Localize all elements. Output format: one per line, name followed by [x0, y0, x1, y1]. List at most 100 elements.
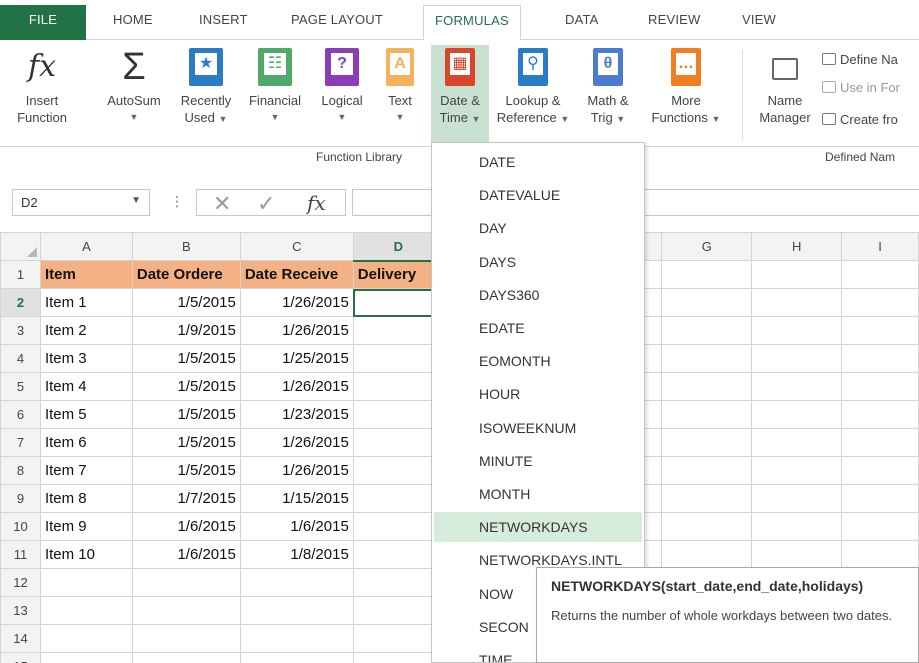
cell[interactable] [39, 652, 133, 663]
cell[interactable]: Item 8 [39, 484, 133, 513]
cell[interactable] [751, 344, 843, 373]
cell[interactable] [751, 428, 843, 457]
column-header-a[interactable]: A [39, 232, 133, 261]
cell[interactable] [751, 372, 843, 401]
menu-item-days[interactable]: DAYS [434, 247, 642, 277]
more-functions-button[interactable]: … More Functions ▼ [644, 48, 728, 128]
cell[interactable]: 1/26/2015 [239, 288, 354, 317]
cell[interactable] [131, 624, 241, 653]
cell[interactable] [751, 316, 843, 345]
tab-insert[interactable]: INSERT [199, 12, 248, 27]
row-header[interactable]: 4 [0, 344, 41, 373]
row-header[interactable]: 5 [0, 372, 41, 401]
row-header[interactable]: 9 [0, 484, 41, 513]
cell[interactable]: 1/5/2015 [131, 456, 241, 485]
lookup-reference-button[interactable]: ⚲ Lookup & Reference ▼ [494, 48, 572, 128]
enter-check-icon[interactable]: ✓ [257, 190, 275, 217]
cell[interactable] [661, 456, 753, 485]
menu-item-eomonth[interactable]: EOMONTH [434, 346, 642, 376]
cell[interactable] [661, 428, 753, 457]
cancel-icon[interactable]: ✕ [213, 190, 231, 217]
header-cell[interactable]: Delivery [352, 260, 444, 289]
define-name-button[interactable]: Define Na [822, 52, 898, 67]
cell[interactable] [352, 428, 444, 457]
financial-button[interactable]: ☷ Financial ▼ [242, 48, 308, 126]
tab-review[interactable]: REVIEW [648, 12, 700, 27]
cell[interactable]: 1/26/2015 [239, 428, 354, 457]
menu-item-month[interactable]: MONTH [434, 479, 642, 509]
cell[interactable]: 1/5/2015 [131, 344, 241, 373]
cell[interactable] [352, 652, 444, 663]
cell[interactable] [841, 484, 919, 513]
menu-item-days360[interactable]: DAYS360 [434, 280, 642, 310]
cell[interactable]: Item 10 [39, 540, 133, 569]
cell[interactable] [352, 400, 444, 429]
cell[interactable] [352, 596, 444, 625]
tab-formulas[interactable]: FORMULAS [423, 5, 521, 41]
row-header[interactable]: 12 [0, 568, 41, 597]
cell[interactable] [661, 260, 753, 289]
cell[interactable] [39, 596, 133, 625]
menu-item-edate[interactable]: EDATE [434, 313, 642, 343]
use-in-formula-button[interactable]: Use in For [822, 80, 900, 95]
cell[interactable] [751, 456, 843, 485]
insert-function-fx-icon[interactable]: fx [307, 190, 326, 217]
tab-file[interactable]: FILE [0, 5, 86, 40]
cell[interactable]: 1/5/2015 [131, 288, 241, 317]
cell[interactable] [239, 624, 354, 653]
cell[interactable] [352, 316, 444, 345]
tab-home[interactable]: HOME [113, 12, 153, 27]
row-header[interactable]: 13 [0, 596, 41, 625]
row-header[interactable]: 10 [0, 512, 41, 541]
cell[interactable] [239, 596, 354, 625]
cell[interactable] [841, 316, 919, 345]
cell[interactable]: 1/6/2015 [131, 512, 241, 541]
row-header[interactable]: 6 [0, 400, 41, 429]
cell[interactable]: 1/25/2015 [239, 344, 354, 373]
cell[interactable] [841, 372, 919, 401]
cell[interactable] [841, 428, 919, 457]
cell[interactable] [352, 456, 444, 485]
cell[interactable]: 1/26/2015 [239, 456, 354, 485]
cell[interactable] [841, 288, 919, 317]
header-cell[interactable]: Date Ordere [131, 260, 241, 289]
column-header-i[interactable]: I [841, 232, 919, 261]
resize-handle-icon[interactable]: ⋮ [170, 193, 184, 210]
row-header[interactable]: 3 [0, 316, 41, 345]
cell[interactable]: 1/23/2015 [239, 400, 354, 429]
cell[interactable] [751, 540, 843, 569]
math-trig-button[interactable]: θ Math & Trig ▼ [578, 48, 638, 128]
row-header[interactable]: 1 [0, 260, 41, 289]
tab-page-layout[interactable]: PAGE LAYOUT [291, 12, 383, 27]
cell[interactable]: 1/7/2015 [131, 484, 241, 513]
name-manager-button[interactable]: Name Manager [757, 48, 813, 126]
cell[interactable]: 1/8/2015 [239, 540, 354, 569]
row-header[interactable]: 2 [0, 288, 41, 317]
cell[interactable] [352, 484, 444, 513]
cell[interactable] [352, 540, 444, 569]
column-header-h[interactable]: H [751, 232, 843, 261]
column-header-b[interactable]: B [131, 232, 241, 261]
cell[interactable] [352, 372, 444, 401]
select-all-corner[interactable] [0, 232, 41, 261]
row-header[interactable]: 11 [0, 540, 41, 569]
cell[interactable] [841, 512, 919, 541]
cell[interactable]: Item 7 [39, 456, 133, 485]
cell[interactable]: Item 6 [39, 428, 133, 457]
name-box[interactable]: D2 ▼ [12, 189, 150, 216]
cell[interactable]: Item 1 [39, 288, 133, 317]
menu-item-minute[interactable]: MINUTE [434, 446, 642, 476]
menu-item-date[interactable]: DATE [434, 147, 642, 177]
cell[interactable] [131, 596, 241, 625]
cell[interactable]: 1/5/2015 [131, 372, 241, 401]
row-header[interactable]: 8 [0, 456, 41, 485]
cell[interactable]: Item 2 [39, 316, 133, 345]
cell[interactable] [841, 260, 919, 289]
cell[interactable] [751, 400, 843, 429]
cell[interactable] [131, 652, 241, 663]
menu-item-isoweeknum[interactable]: ISOWEEKNUM [434, 413, 642, 443]
cell[interactable] [661, 540, 753, 569]
cell[interactable] [751, 512, 843, 541]
cell[interactable]: Item 3 [39, 344, 133, 373]
cell[interactable] [239, 568, 354, 597]
